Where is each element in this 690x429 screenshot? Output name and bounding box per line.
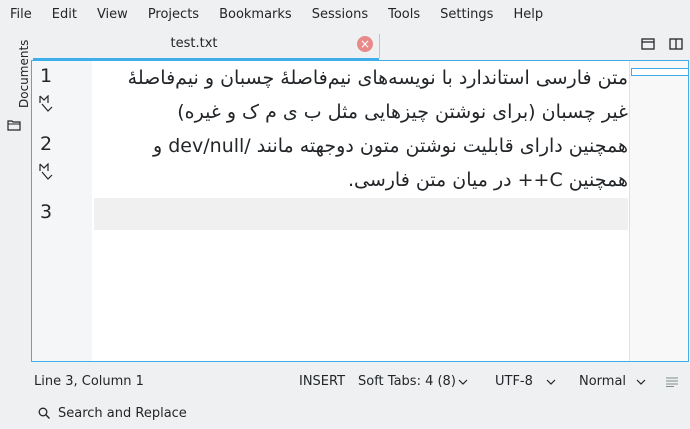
chevron-down-icon [636, 379, 646, 385]
chevron-down-icon [458, 379, 468, 385]
search-and-replace-button[interactable]: Search and Replace [0, 400, 690, 429]
tab-title: test.txt [170, 36, 218, 51]
tab-divider [379, 34, 380, 58]
encoding-selector[interactable]: UTF-8 [495, 374, 533, 389]
text-line: متن فارسی استاندارد با نویسه‌های نیم‌فاص… [127, 67, 628, 89]
split-view-icon[interactable] [668, 36, 684, 52]
cursor-position[interactable]: Line 3, Column 1 [34, 374, 144, 389]
documents-label: Documents [17, 39, 31, 108]
input-mode-selector[interactable]: Normal [579, 374, 626, 389]
wrap-marker-icon [39, 95, 53, 112]
documents-sidebar-button[interactable]: Documents [5, 36, 31, 156]
close-icon[interactable]: × [357, 36, 373, 52]
tab-bar: test.txt × [32, 30, 690, 61]
minimap-slider[interactable] [631, 68, 688, 76]
search-icon [38, 407, 50, 419]
line-number: 1 [40, 65, 53, 87]
chevron-down-icon [546, 379, 556, 385]
menu-lines-icon[interactable] [666, 377, 678, 387]
menu-bar: File Edit View Projects Bookmarks Sessio… [0, 0, 690, 30]
menu-tools[interactable]: Tools [378, 0, 430, 30]
current-line-highlight [94, 198, 628, 230]
menu-projects[interactable]: Projects [138, 0, 209, 30]
tab-test-txt[interactable]: test.txt × [33, 32, 379, 61]
indentation-settings[interactable]: Soft Tabs: 4 (8) [358, 374, 456, 389]
status-bar: Line 3, Column 1 INSERT Soft Tabs: 4 (8)… [0, 366, 690, 398]
new-tab-icon[interactable] [640, 36, 656, 52]
minimap[interactable] [629, 61, 688, 361]
edit-mode[interactable]: INSERT [299, 374, 345, 389]
text-line: همچنین C++ در میان متن فارسی. [347, 169, 628, 191]
text-line: همچنین دارای قابلیت نوشتن متون دوجهته ما… [153, 135, 628, 157]
menu-settings[interactable]: Settings [430, 0, 503, 30]
menu-file[interactable]: File [0, 0, 42, 30]
text-line: غیر چسبان (برای نوشتن چیزهایی مثل ب‌ ی‌ … [177, 101, 628, 123]
menu-bookmarks[interactable]: Bookmarks [209, 0, 302, 30]
text-area[interactable]: متن فارسی استاندارد با نویسه‌های نیم‌فاص… [94, 61, 628, 361]
folder-icon [7, 120, 21, 131]
menu-sessions[interactable]: Sessions [302, 0, 378, 30]
line-number: 2 [40, 133, 53, 155]
editor-view[interactable]: 1 2 3 متن فارسی استاندارد با نویسه‌های ن… [31, 60, 689, 362]
menu-help[interactable]: Help [503, 0, 553, 30]
line-number: 3 [40, 201, 53, 223]
menu-edit[interactable]: Edit [42, 0, 87, 30]
search-and-replace-label: Search and Replace [58, 406, 187, 421]
menu-view[interactable]: View [87, 0, 138, 30]
line-number-gutter: 1 2 3 [32, 61, 92, 361]
left-sidebar: Documents [0, 30, 31, 360]
wrap-marker-icon [39, 163, 53, 180]
